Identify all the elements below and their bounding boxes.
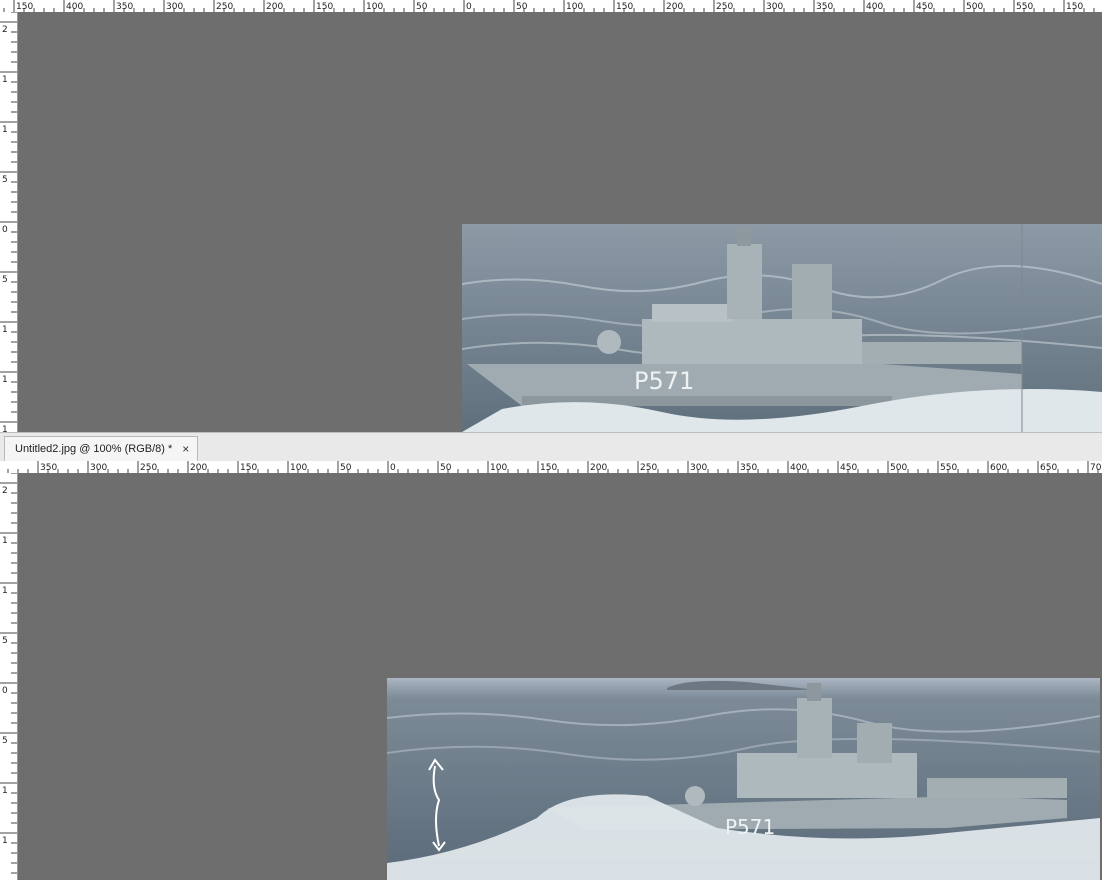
ruler-tick-label: 200 (190, 463, 207, 473)
hull-number-top: P571 (634, 367, 694, 395)
ruler-tick-label: 5 (2, 636, 8, 646)
ruler-tick-label: 300 (166, 2, 183, 12)
ruler-tick-label: 300 (766, 2, 783, 12)
ruler-tick-label: 350 (40, 463, 57, 473)
ruler-tick-label: 550 (940, 463, 957, 473)
document-tab-bar: Untitled2.jpg @ 100% (RGB/8) * × (0, 432, 1102, 462)
bottom-vertical-ruler[interactable]: 2 1 1 5 0 5 1 1 (0, 473, 18, 880)
document-tab-title[interactable]: Untitled2.jpg @ 100% (RGB/8) * (15, 443, 172, 455)
ship-image-bottom: P571 (387, 678, 1100, 880)
ruler-tick-label: 150 (540, 463, 557, 473)
ruler-tick-label: 50 (416, 2, 428, 12)
ruler-tick-label: 1 (2, 125, 8, 135)
ruler-tick-label: 1 (2, 836, 8, 846)
ruler-tick-label: 200 (266, 2, 283, 12)
ruler-tick-label: 100 (366, 2, 383, 12)
ruler-tick-label: 100 (566, 2, 583, 12)
ruler-tick-label: 1 (2, 786, 8, 796)
ruler-tick-label: 300 (690, 463, 707, 473)
ruler-tick-label: 1 (2, 536, 8, 546)
ruler-tick-label: 0 (2, 686, 8, 696)
ruler-tick-label: 70 (1090, 463, 1102, 473)
ruler-tick-label: 200 (666, 2, 683, 12)
ruler-tick-label: 2 (2, 25, 8, 35)
document-tab[interactable]: Untitled2.jpg @ 100% (RGB/8) * × (4, 436, 199, 461)
top-vertical-ruler[interactable]: 2 1 1 5 0 5 1 1 1 (0, 12, 18, 432)
ruler-tick-label: 350 (116, 2, 133, 12)
top-horizontal-ruler[interactable]: 150 400 350 300 250 200 150 100 50 0 50 100 150 200 25… (0, 0, 1102, 12)
ruler-tick-label: 250 (140, 463, 157, 473)
ruler-tick-label: 250 (640, 463, 657, 473)
ruler-tick-label: 150 (316, 2, 333, 12)
ship-image-top: P571 (462, 224, 1102, 432)
ruler-tick-label: 5 (2, 175, 8, 185)
ruler-tick-label: 350 (740, 463, 757, 473)
ruler-tick-label: 5 (2, 736, 8, 746)
ruler-tick-label: 50 (516, 2, 528, 12)
ruler-tick-label: 1 (2, 425, 8, 432)
ruler-tick-label: 650 (1040, 463, 1057, 473)
ruler-tick-label: 300 (90, 463, 107, 473)
ruler-tick-label: 5 (2, 275, 8, 285)
ruler-tick-label: 400 (790, 463, 807, 473)
ruler-tick-label: 1 (2, 375, 8, 385)
hull-number-bottom: P571 (725, 815, 775, 839)
bottom-document-pane[interactable]: 350 300 250 200 150 100 50 0 50 100 150 200 250 300 35… (0, 461, 1102, 880)
ruler-tick-label: 250 (216, 2, 233, 12)
ruler-tick-label: 150 (16, 2, 33, 12)
ruler-tick-label: 150 (1066, 2, 1083, 12)
ruler-tick-label: 1 (2, 586, 8, 596)
ruler-tick-label: 0 (466, 2, 472, 12)
ruler-tick-label: 500 (890, 463, 907, 473)
ruler-tick-label: 200 (590, 463, 607, 473)
ruler-tick-label: 250 (716, 2, 733, 12)
ruler-tick-label: 500 (966, 2, 983, 12)
ruler-tick-label: 450 (840, 463, 857, 473)
ruler-tick-label: 0 (390, 463, 396, 473)
ruler-tick-label: 1 (2, 75, 8, 85)
ruler-tick-label: 150 (240, 463, 257, 473)
ruler-tick-label: 150 (616, 2, 633, 12)
ruler-tick-label: 1 (2, 325, 8, 335)
ruler-tick-label: 100 (290, 463, 307, 473)
ruler-tick-label: 400 (66, 2, 83, 12)
top-document-pane[interactable]: 150 400 350 300 250 200 150 100 50 0 50 100 150 200 25… (0, 0, 1102, 432)
ruler-tick-label: 100 (490, 463, 507, 473)
ruler-tick-label: 600 (990, 463, 1007, 473)
ruler-tick-label: 2 (2, 486, 8, 496)
bottom-horizontal-ruler[interactable]: 350 300 250 200 150 100 50 0 50 100 150 200 250 300 35… (0, 461, 1102, 473)
ruler-tick-label: 50 (340, 463, 352, 473)
ruler-tick-label: 350 (816, 2, 833, 12)
ruler-tick-label: 50 (440, 463, 452, 473)
ruler-tick-label: 550 (1016, 2, 1033, 12)
ruler-tick-label: 400 (866, 2, 883, 12)
ruler-tick-label: 0 (2, 225, 8, 235)
close-icon[interactable]: × (182, 442, 189, 456)
ruler-tick-label: 450 (916, 2, 933, 12)
